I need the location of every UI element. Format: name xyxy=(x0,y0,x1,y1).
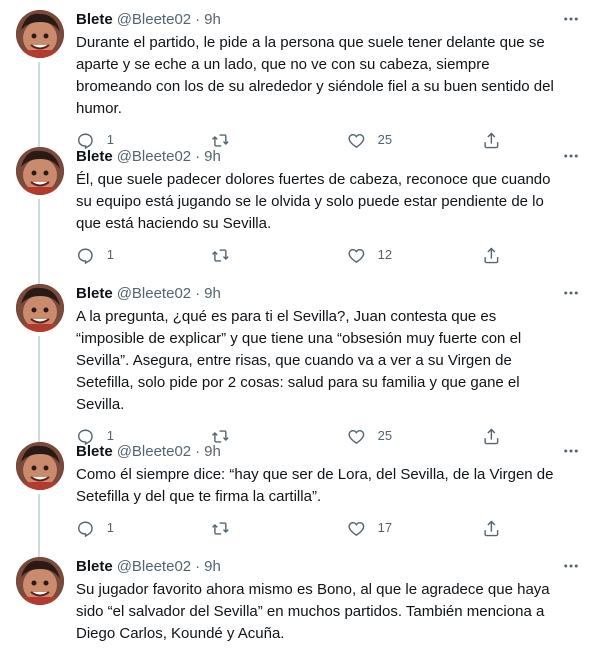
thread-line xyxy=(38,432,40,440)
username[interactable]: @Bleete02 xyxy=(117,442,191,462)
like-count: 17 xyxy=(377,520,393,535)
display-name[interactable]: Blete xyxy=(76,10,113,30)
thread-line xyxy=(38,336,40,442)
tweet-text: Él, que suele padecer dolores fuertes de… xyxy=(76,171,555,232)
reply-count: 1 xyxy=(106,247,114,262)
display-name[interactable]: Blete xyxy=(76,147,113,167)
reply-button[interactable]: 1 xyxy=(76,246,211,265)
tweet-text: Durante el partido, le pide a la persona… xyxy=(76,34,558,117)
timestamp[interactable]: 9h xyxy=(204,147,221,167)
username[interactable]: @Bleete02 xyxy=(117,147,191,167)
more-icon[interactable] xyxy=(560,8,582,30)
tweet-actions: 1 12 xyxy=(76,245,501,265)
tweet[interactable]: Blete @Bleete02 · 9h Durante el partido,… xyxy=(0,0,598,149)
like-icon xyxy=(347,519,366,538)
retweet-icon xyxy=(211,246,230,265)
more-icon[interactable] xyxy=(560,282,582,304)
tweet[interactable]: Blete @Bleete02 · 9h Él, que suele padec… xyxy=(0,137,598,284)
tweet-actions: 1 17 xyxy=(76,518,501,538)
reply-icon xyxy=(76,519,95,538)
separator: · xyxy=(195,285,201,302)
username[interactable]: @Bleete02 xyxy=(117,10,191,30)
display-name[interactable]: Blete xyxy=(76,284,113,304)
tweet-header: Blete @Bleete02 · 9h xyxy=(76,284,582,304)
reply-count: 1 xyxy=(106,520,114,535)
retweet-icon xyxy=(211,519,230,538)
tweet[interactable]: Blete @Bleete02 · 9h Su jugador favorito… xyxy=(0,547,598,649)
username[interactable]: @Bleete02 xyxy=(117,557,191,577)
tweet-text: A la pregunta, ¿qué es para ti el Sevill… xyxy=(76,308,526,413)
tweet-header: Blete @Bleete02 · 9h xyxy=(76,147,582,167)
reply-icon xyxy=(76,246,95,265)
retweet-button[interactable] xyxy=(211,246,346,265)
thread-line xyxy=(38,62,40,147)
share-button[interactable] xyxy=(482,246,501,265)
thread-line xyxy=(38,199,40,284)
timestamp[interactable]: 9h xyxy=(204,10,221,30)
more-icon[interactable] xyxy=(560,145,582,167)
display-name[interactable]: Blete xyxy=(76,442,113,462)
separator: · xyxy=(195,443,201,460)
separator: · xyxy=(195,11,201,28)
avatar[interactable] xyxy=(16,147,64,195)
thread-line xyxy=(38,274,40,282)
share-icon xyxy=(482,519,501,538)
tweet-header: Blete @Bleete02 · 9h xyxy=(76,10,582,30)
tweet-header: Blete @Bleete02 · 9h xyxy=(76,442,582,462)
tweet-text: Como él siempre dice: “hay que ser de Lo… xyxy=(76,466,558,505)
timestamp[interactable]: 9h xyxy=(204,442,221,462)
like-button[interactable]: 12 xyxy=(347,246,482,265)
display-name[interactable]: Blete xyxy=(76,557,113,577)
share-icon xyxy=(482,246,501,265)
avatar[interactable] xyxy=(16,442,64,490)
like-icon xyxy=(347,246,366,265)
separator: · xyxy=(195,558,201,575)
separator: · xyxy=(195,148,201,165)
timestamp[interactable]: 9h xyxy=(204,557,221,577)
retweet-button[interactable] xyxy=(211,519,346,538)
timestamp[interactable]: 9h xyxy=(204,284,221,304)
thread-line xyxy=(38,137,40,145)
share-button[interactable] xyxy=(482,519,501,538)
avatar[interactable] xyxy=(16,10,64,58)
tweet[interactable]: Blete @Bleete02 · 9h Como él siempre dic… xyxy=(0,432,598,557)
like-button[interactable]: 17 xyxy=(347,519,482,538)
more-icon[interactable] xyxy=(560,440,582,462)
avatar[interactable] xyxy=(16,557,64,605)
reply-button[interactable]: 1 xyxy=(76,519,211,538)
tweet-text: Su jugador favorito ahora mismo es Bono,… xyxy=(76,581,554,642)
username[interactable]: @Bleete02 xyxy=(117,284,191,304)
timeline: Blete @Bleete02 · 9h Durante el partido,… xyxy=(0,0,598,649)
like-count: 12 xyxy=(377,247,393,262)
avatar[interactable] xyxy=(16,284,64,332)
thread-line xyxy=(38,547,40,555)
tweet-header: Blete @Bleete02 · 9h xyxy=(76,557,582,577)
more-icon[interactable] xyxy=(560,555,582,577)
tweet[interactable]: Blete @Bleete02 · 9h A la pregunta, ¿qué… xyxy=(0,274,598,445)
